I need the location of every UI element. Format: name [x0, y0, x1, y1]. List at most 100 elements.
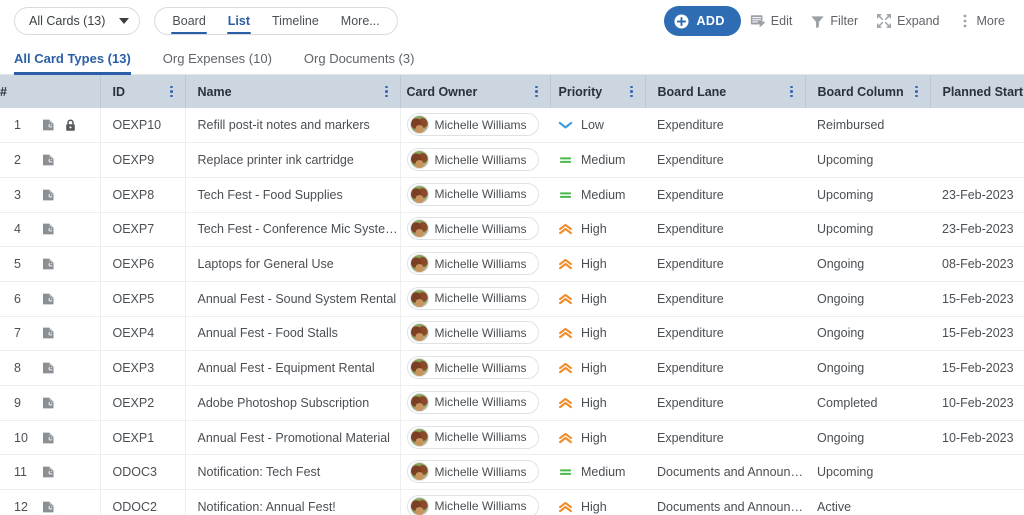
cell-name: Annual Fest - Promotional Material	[185, 420, 401, 456]
column-header-name[interactable]: Name	[185, 75, 401, 108]
avatar	[409, 462, 429, 482]
priority-indicator: Medium	[558, 465, 645, 479]
owner-chip[interactable]: Michelle Williams	[406, 182, 539, 206]
add-button[interactable]: ADD	[664, 6, 741, 36]
column-menu-icon[interactable]	[626, 85, 638, 99]
edit-list-icon	[750, 15, 765, 27]
view-tab-more[interactable]: More...	[340, 10, 381, 32]
column-header-board-column[interactable]: Board Column	[805, 75, 931, 108]
column-header-priority[interactable]: Priority	[550, 75, 646, 108]
column-header-owner[interactable]: Card Owner	[400, 75, 551, 108]
priority-label: High	[581, 499, 607, 514]
double-chevron-up-icon	[559, 224, 572, 235]
table-row[interactable]: 1 OEXP10 Refill post-it notes and markers M…	[0, 108, 1024, 144]
owner-name: Michelle Williams	[434, 325, 527, 340]
table-row[interactable]: 2 OEXP9 Replace printer ink cartridge Miche…	[0, 142, 1024, 178]
table-row[interactable]: 9 OEXP2 Adobe Photoshop Subscription Michel…	[0, 385, 1024, 421]
card-status-icon	[43, 224, 54, 235]
card-status-icon-wrap	[42, 118, 55, 132]
cell-owner: Michelle Williams	[400, 142, 550, 178]
edit-button[interactable]: Edit	[741, 8, 802, 34]
priority-label: High	[581, 291, 607, 306]
owner-chip[interactable]: Michelle Williams	[406, 113, 539, 137]
cell-priority: High	[550, 420, 645, 456]
column-header-planned-start[interactable]: Planned Start	[930, 75, 1024, 108]
owner-chip[interactable]: Michelle Williams	[406, 148, 539, 172]
double-chevron-up-icon	[559, 328, 572, 339]
owner-chip[interactable]: Michelle Williams	[406, 252, 539, 276]
table-row[interactable]: 7 OEXP4 Annual Fest - Food Stalls Michelle …	[0, 316, 1024, 352]
table-row[interactable]: 10 OEXP1 Annual Fest - Promotional Materia…	[0, 420, 1024, 456]
table-row[interactable]: 12 ODOC2 Notification: Annual Fest! Michell…	[0, 489, 1024, 515]
row-number: 12	[14, 499, 28, 514]
tab-org-expenses[interactable]: Org Expenses (10)	[147, 51, 288, 74]
column-header-owner-label: Card Owner	[406, 84, 478, 99]
owner-name: Michelle Williams	[434, 256, 527, 271]
column-header-planned-start-label: Planned Start	[942, 84, 1024, 99]
cell-id: OEXP10	[100, 108, 186, 144]
cards-filter-dropdown[interactable]: All Cards (13)	[14, 7, 141, 35]
cell-owner: Michelle Williams	[400, 350, 550, 386]
owner-chip[interactable]: Michelle Williams	[406, 321, 539, 345]
card-status-icon	[43, 293, 54, 305]
row-number: 2	[14, 153, 21, 168]
cell-planned-start: 23-Feb-2023	[930, 212, 1024, 248]
cards-table: # ID Name Card Owner Priority Board Lane…	[0, 75, 1024, 515]
cell-name: Annual Fest - Sound System Rental	[185, 281, 401, 317]
column-menu-icon[interactable]	[381, 85, 393, 99]
row-number: 9	[14, 395, 21, 410]
card-status-icon	[43, 432, 54, 443]
lock-icon	[66, 119, 75, 131]
table-row[interactable]: 3 OEXP8 Tech Fest - Food Supplies Michelle …	[0, 177, 1024, 213]
column-menu-icon[interactable]	[786, 85, 798, 99]
view-tab-timeline[interactable]: Timeline	[271, 10, 320, 32]
cell-planned-start	[930, 489, 1024, 515]
card-status-icon-wrap	[42, 257, 55, 271]
owner-chip[interactable]: Michelle Williams	[406, 425, 539, 449]
view-tab-list[interactable]: List	[226, 10, 252, 34]
cell-planned-start	[930, 454, 1024, 491]
expand-button[interactable]: Expand	[867, 8, 948, 34]
table-row[interactable]: 4 OEXP7 Tech Fest - Conference Mic System …	[0, 212, 1024, 248]
column-menu-icon[interactable]	[531, 85, 543, 99]
avatar	[409, 496, 429, 515]
priority-indicator: High	[558, 292, 645, 306]
cell-num: 2	[0, 142, 101, 178]
tab-org-documents[interactable]: Org Documents (3)	[288, 51, 431, 74]
column-header-id[interactable]: ID	[100, 75, 186, 108]
column-header-lane[interactable]: Board Lane	[645, 75, 806, 108]
tab-all-card-types[interactable]: All Card Types (13)	[14, 51, 147, 75]
owner-chip[interactable]: Michelle Williams	[406, 356, 539, 380]
view-tab-board[interactable]: Board	[171, 10, 208, 34]
expand-arrows-icon	[877, 14, 892, 28]
more-button[interactable]: More	[949, 8, 1014, 34]
owner-name: Michelle Williams	[434, 221, 527, 236]
owner-chip[interactable]: Michelle Williams	[406, 286, 539, 310]
cell-id: OEXP6	[100, 246, 186, 282]
cell-board-lane: Expenditure	[645, 246, 805, 282]
owner-chip[interactable]: Michelle Williams	[406, 494, 539, 515]
cell-board-lane: Expenditure	[645, 281, 805, 317]
card-status-icon	[43, 397, 54, 409]
cell-board-column: Ongoing	[805, 420, 930, 456]
priority-label: High	[581, 395, 607, 410]
card-status-icon	[43, 328, 54, 339]
double-chevron-up-icon	[559, 397, 572, 408]
card-status-icon-wrap	[42, 326, 55, 340]
filter-button[interactable]: Filter	[801, 9, 867, 34]
table-row[interactable]: 11 ODOC3 Notification: Tech Fest Michelle W…	[0, 454, 1024, 491]
table-row[interactable]: 8 OEXP3 Annual Fest - Equipment Rental Mich…	[0, 350, 1024, 386]
column-header-lane-label: Board Lane	[657, 84, 727, 99]
owner-chip[interactable]: Michelle Williams	[406, 390, 539, 414]
table-row[interactable]: 6 OEXP5 Annual Fest - Sound System Rental M…	[0, 281, 1024, 317]
cell-planned-start	[930, 108, 1024, 144]
column-menu-icon[interactable]	[911, 85, 923, 99]
column-header-num[interactable]: #	[0, 75, 101, 108]
card-status-icon-wrap	[42, 222, 55, 236]
column-menu-icon[interactable]	[166, 85, 178, 99]
cell-num: 12	[0, 489, 101, 515]
card-status-icon-wrap	[42, 153, 55, 167]
table-row[interactable]: 5 OEXP6 Laptops for General Use Michelle Wi…	[0, 246, 1024, 282]
owner-chip[interactable]: Michelle Williams	[406, 460, 539, 484]
owner-chip[interactable]: Michelle Williams	[406, 217, 539, 241]
